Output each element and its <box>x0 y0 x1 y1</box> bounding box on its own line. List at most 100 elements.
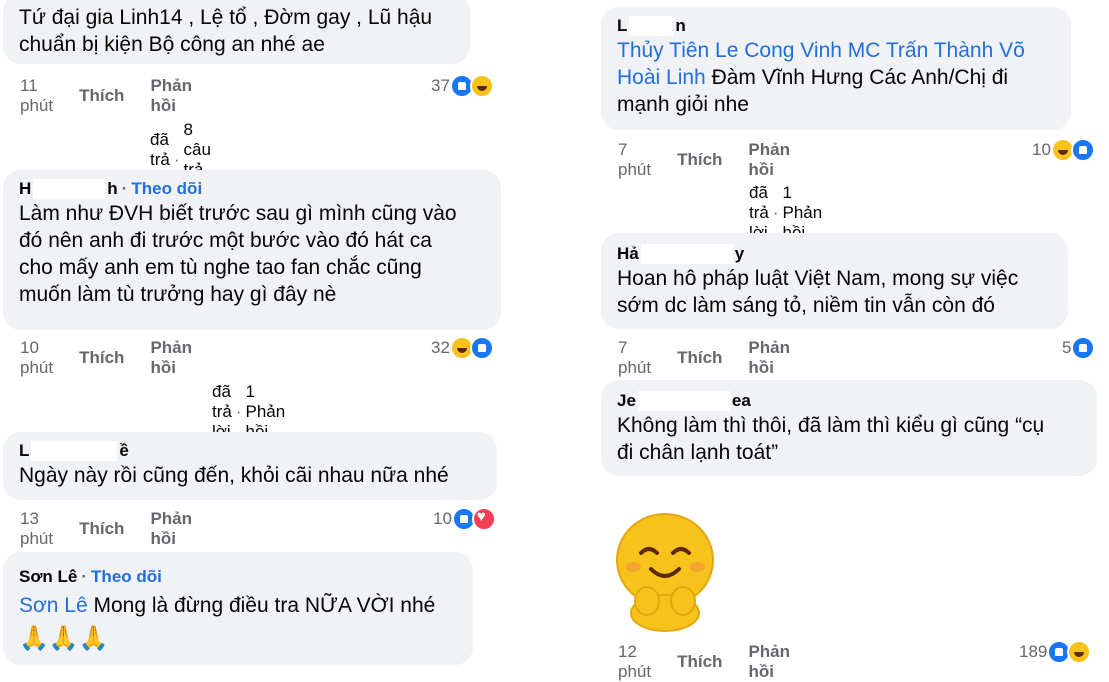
reply-button[interactable]: Phản hồi <box>748 338 790 378</box>
comment-text: Hoan hô pháp luật Việt Nam, mong sự việc <box>617 267 1019 290</box>
follow-button[interactable]: · Theo dõi <box>122 178 203 200</box>
author-name-end: h <box>107 179 118 198</box>
author-name-start: L <box>19 441 30 460</box>
comment-text: chuẩn bị kiện Bộ công an nhé ae <box>19 33 325 56</box>
separator-dot: · <box>772 203 779 222</box>
reaction-count: 5 <box>1062 338 1072 357</box>
comment-text: đi chân lạnh toát” <box>617 441 779 464</box>
comment-bubble: L n Thủy Tiên Le Cong Vinh MC Trấn Thành… <box>601 7 1071 130</box>
reaction-summary[interactable]: 10 <box>433 507 496 531</box>
comment-text-body: Đàm Vĩnh Hưng Các Anh/Chị đi <box>705 66 1009 89</box>
like-reaction-icon <box>1070 138 1095 162</box>
comment-author[interactable]: L ề <box>19 440 481 462</box>
separator-dot: · <box>235 402 242 421</box>
comment-text: cho mấy anh em tù nghe tao fan chắc cũng <box>19 256 422 279</box>
mention-links[interactable]: Thủy Tiên Le Cong Vinh MC Trấn Thành Võ <box>617 39 1025 62</box>
author-name: Sơn Lê <box>19 567 78 586</box>
reaction-count: 189 <box>1019 642 1048 661</box>
comment-time[interactable]: 7 phút <box>618 338 651 378</box>
follow-button[interactable]: · Theo dõi <box>81 566 162 588</box>
comment-text: muốn làm tù trưởng hay gì đây nè <box>19 283 337 306</box>
comment-time[interactable]: 13 phút <box>20 509 53 549</box>
comment-bubble: Je ea Không làm thì thôi, đã làm thì kiể… <box>601 380 1097 476</box>
author-name-start: Je <box>617 391 636 410</box>
comment-bubble: Sơn Lê · Theo dõi Sơn Lê Mong là đừng điề… <box>3 552 473 665</box>
comment-text: Hoài Linh Đàm Vĩnh Hưng Các Anh/Chị đi <box>617 64 1055 91</box>
comment-actions: 10 phút Thích Phản hồi <box>20 338 192 378</box>
comment-text: sớm dc làm sáng tỏ, niềm tin vẫn còn đó <box>617 294 995 317</box>
redacted-name <box>629 16 674 36</box>
comment-actions: 13 phút Thích Phản hồi <box>20 509 192 549</box>
comment-author[interactable]: Sơn Lê · Theo dõi <box>19 566 457 588</box>
author-name-end: y <box>734 244 745 263</box>
comment-bubble: H h · Theo dõi Làm như ĐVH biết trước sau… <box>3 170 501 330</box>
mention-link[interactable]: Hoài Linh <box>617 66 706 89</box>
reaction-summary[interactable]: 32 <box>431 336 494 360</box>
comment-time[interactable]: 7 phút <box>618 140 651 180</box>
follow-label: Theo dõi <box>131 179 203 198</box>
reply-button[interactable]: Phản hồi <box>150 509 192 549</box>
reaction-summary[interactable]: 10 <box>1032 138 1095 162</box>
like-reaction-icon <box>1071 336 1096 360</box>
comment-text: Không làm thì thôi, đã làm thì kiểu gì c… <box>617 414 1045 437</box>
sticker-cheek-left <box>625 562 641 572</box>
like-button[interactable]: Thích <box>79 519 124 539</box>
comment-actions: 12 phút Thích Phản hồi <box>618 642 790 682</box>
like-button[interactable]: Thích <box>677 150 722 170</box>
like-reaction-icon <box>469 336 494 360</box>
comment-text: Thủy Tiên Le Cong Vinh MC Trấn Thành Võ <box>617 37 1055 64</box>
reaction-count: 37 <box>431 76 450 95</box>
reaction-summary[interactable]: 189 <box>1019 640 1092 664</box>
comment-bubble: Tứ đại gia Linh14 , Lệ tổ , Đờm gay , Lũ… <box>3 0 470 64</box>
comment-time[interactable]: 12 phút <box>618 642 651 682</box>
like-button[interactable]: Thích <box>79 348 124 368</box>
comment-bubble: L ề Ngày này rồi cũng đến, khỏi cãi nhau… <box>3 432 497 500</box>
reaction-count: 10 <box>433 509 452 528</box>
haha-reaction-icon <box>469 74 494 98</box>
love-reaction-icon <box>471 507 496 531</box>
sticker-hand-right <box>670 586 696 616</box>
reaction-count: 10 <box>1032 140 1051 159</box>
like-button[interactable]: Thích <box>677 348 722 368</box>
sticker-hand-left <box>634 586 660 616</box>
follow-label: Theo dõi <box>91 567 162 586</box>
emoji-row: 🙏🙏🙏 <box>19 625 109 652</box>
comment-time[interactable]: 11 phút <box>20 76 53 116</box>
haha-reaction-icon <box>1067 640 1092 664</box>
comment-author[interactable]: Hả y <box>617 243 1052 265</box>
sticker-cheek-right <box>689 562 705 572</box>
comment-time[interactable]: 10 phút <box>20 338 53 378</box>
reply-button[interactable]: Phản hồi <box>150 338 192 378</box>
reply-button[interactable]: Phản hồi <box>748 140 790 180</box>
reaction-count: 32 <box>431 338 450 357</box>
author-name-start: L <box>617 16 628 35</box>
author-name-start: H <box>19 179 32 198</box>
reaction-summary[interactable]: 5 <box>1062 336 1096 360</box>
comment-text: mạnh giỏi nhe <box>617 93 749 116</box>
happy-clapping-sticker <box>616 513 714 632</box>
separator-dot: · <box>173 150 180 169</box>
comment-author[interactable]: H h · Theo dõi <box>19 178 485 200</box>
like-button[interactable]: Thích <box>79 86 124 106</box>
comment-text: Làm như ĐVH biết trước sau gì mình cũng … <box>19 202 457 225</box>
comment-actions: 7 phút Thích Phản hồi <box>618 140 790 180</box>
comment-actions: 7 phút Thích Phản hồi <box>618 338 790 378</box>
sticker-head <box>616 513 714 607</box>
comment-text: Sơn Lê Mong là đừng điều tra NỮA VỜI nhé <box>19 592 457 619</box>
redacted-name <box>31 441 118 461</box>
comment-author[interactable]: Je ea <box>617 390 1081 412</box>
comment-text-body: Mong là đừng điều tra NỮA VỜI nhé <box>87 594 436 617</box>
comment-author[interactable]: L n <box>617 15 1055 37</box>
reply-button[interactable]: Phản hồi <box>150 76 192 116</box>
author-name-end: ea <box>731 391 751 410</box>
comment-bubble: Hả y Hoan hô pháp luật Việt Nam, mong sự… <box>601 233 1068 329</box>
redacted-name <box>640 244 733 264</box>
mention-link[interactable]: Sơn Lê <box>19 594 88 617</box>
comment-text: Tứ đại gia Linh14 , Lệ tổ , Đờm gay , Lũ… <box>19 6 433 29</box>
comment-text: Ngày này rồi cũng đến, khỏi cãi nhau nữa… <box>19 464 449 487</box>
like-button[interactable]: Thích <box>677 652 722 672</box>
reaction-summary[interactable]: 37 <box>431 74 494 98</box>
author-name-start: Hả <box>617 244 639 263</box>
reply-button[interactable]: Phản hồi <box>748 642 790 682</box>
redacted-name <box>33 179 106 199</box>
